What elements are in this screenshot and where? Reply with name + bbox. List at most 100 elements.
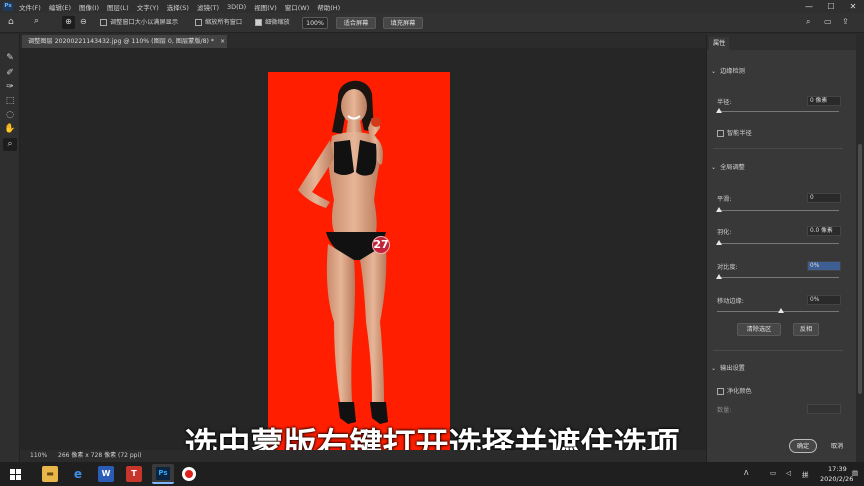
smooth-input[interactable]: 0 — [807, 193, 841, 203]
radius-slider[interactable] — [717, 111, 839, 112]
hand-tool-icon[interactable]: ✋ — [3, 123, 17, 136]
panel-scrollbar[interactable] — [856, 34, 864, 462]
status-bar: 110% 266 像素 x 728 像素 (72 ppi) — [20, 450, 706, 462]
zoom-tool-icon[interactable]: ⌕ — [34, 15, 39, 27]
tools-panel: ✎ ✐ ✑ ⬚ ◌ ✋ ⌕ — [0, 34, 20, 462]
contrast-label: 对比度: — [717, 264, 738, 271]
edge-browser-icon[interactable]: e — [70, 466, 86, 482]
status-dimensions: 266 像素 x 728 像素 (72 ppi) — [58, 452, 142, 459]
menu-3d[interactable]: 3D(D) — [227, 3, 246, 11]
global-refinement-section[interactable]: ⌄ 全局调整 — [711, 162, 745, 171]
file-explorer-icon[interactable]: ▬ — [42, 466, 58, 482]
menu-help[interactable]: 帮助(H) — [317, 2, 340, 12]
volume-icon[interactable]: ◁ — [786, 469, 791, 477]
zoom-tool-icon[interactable]: ⌕ — [3, 138, 17, 151]
windows-taskbar: ▬ e W T Ps ᐱ ▭ ◁ 拼 17:39 2020/2/26 ▤ — [0, 462, 864, 486]
network-icon[interactable]: ▭ — [770, 469, 776, 477]
refine-brush-tool-icon[interactable]: ✐ — [3, 67, 17, 80]
feather-input[interactable]: 0.0 像素 — [807, 226, 841, 236]
lasso-tool-icon[interactable]: ◌ — [3, 109, 17, 122]
fit-screen-button[interactable]: 适合屏幕 — [336, 17, 376, 29]
model-figure — [298, 80, 388, 424]
contrast-slider[interactable] — [717, 277, 839, 278]
zoom-all-checkbox[interactable] — [195, 18, 202, 26]
menu-layer[interactable]: 图层(L) — [107, 2, 129, 12]
smooth-label: 平滑: — [717, 196, 732, 203]
ok-button[interactable]: 确定 — [789, 439, 817, 453]
document-tab-close-icon[interactable]: × — [220, 38, 225, 45]
contrast-slider-knob[interactable] — [716, 274, 722, 279]
record-icon[interactable] — [182, 467, 196, 481]
menu-bar: Ps 文件(F) 编辑(E) 图像(I) 图层(L) 文字(Y) 选择(S) 滤… — [0, 0, 864, 13]
radius-input[interactable]: 0 像素 — [807, 96, 841, 106]
menu-type[interactable]: 文字(Y) — [137, 2, 159, 12]
menu-file[interactable]: 文件(F) — [19, 2, 41, 12]
scrubby-zoom-checkbox[interactable] — [255, 18, 262, 26]
output-settings-section[interactable]: ⌄ 输出设置 — [711, 363, 745, 372]
divider — [713, 148, 843, 149]
resize-windows-option[interactable]: 调整窗口大小以满屏显示 — [100, 17, 178, 29]
home-icon[interactable]: ⌂ — [8, 16, 14, 28]
properties-panel: 属性 ⌄ 边缘检测 半径: 0 像素 智能半径 ⌄ 全局调整 平滑: 0 羽化:… — [706, 34, 857, 462]
minimize-button[interactable]: — — [798, 0, 820, 13]
menu-image[interactable]: 图像(I) — [79, 2, 99, 12]
brush-tool-icon[interactable]: ✎ — [3, 52, 17, 65]
notifications-icon[interactable]: ▤ — [852, 469, 858, 477]
decontaminate-checkbox[interactable] — [717, 387, 724, 395]
shift-edge-slider-knob[interactable] — [778, 308, 784, 313]
ime-indicator[interactable]: 拼 — [802, 469, 809, 479]
shift-edge-input[interactable]: 0% — [807, 295, 841, 305]
smart-radius-option[interactable]: 智能半径 — [717, 128, 752, 137]
workspace-icon[interactable]: ▭ — [824, 16, 832, 28]
amount-input[interactable] — [807, 404, 841, 414]
scrollbar-thumb[interactable] — [858, 144, 862, 394]
zoom-all-label: 缩放所有窗口 — [205, 19, 243, 26]
clock-time[interactable]: 17:39 — [828, 465, 847, 473]
zoom-out-icon[interactable]: ⊖ — [80, 16, 87, 28]
feather-slider[interactable] — [717, 243, 839, 244]
clear-selection-button[interactable]: 清除选区 — [737, 323, 781, 336]
close-window-button[interactable]: ✕ — [842, 0, 864, 13]
quick-select-tool-icon[interactable]: ✑ — [3, 81, 17, 94]
tray-expand-icon[interactable]: ᐱ — [744, 469, 748, 477]
document-tab[interactable]: 调整图层 20200221143432.jpg @ 110% (图层 0, 图层… — [22, 35, 227, 48]
smart-radius-checkbox[interactable] — [717, 129, 724, 137]
feather-label: 羽化: — [717, 229, 732, 236]
menu-window[interactable]: 窗口(W) — [285, 2, 310, 12]
search-icon[interactable]: ⌕ — [806, 16, 810, 28]
photoshop-taskbar-icon[interactable]: Ps — [152, 464, 174, 484]
scrubby-zoom-label: 细微缩放 — [265, 19, 290, 26]
menu-select[interactable]: 选择(S) — [167, 2, 189, 12]
contrast-input[interactable]: 0% — [807, 261, 841, 271]
smooth-slider[interactable] — [717, 210, 839, 211]
status-zoom[interactable]: 110% — [30, 450, 47, 462]
edge-detection-section[interactable]: ⌄ 边缘检测 — [711, 66, 745, 75]
feather-slider-knob[interactable] — [716, 240, 722, 245]
zoom-value-field[interactable]: 100% — [302, 17, 328, 29]
decontaminate-label: 净化颜色 — [727, 388, 752, 395]
fill-screen-button[interactable]: 填充屏幕 — [383, 17, 423, 29]
zoom-all-option[interactable]: 缩放所有窗口 — [195, 17, 242, 29]
shift-edge-label: 移动边缘: — [717, 298, 744, 305]
word-icon[interactable]: W — [98, 466, 114, 482]
clock-date[interactable]: 2020/2/26 — [820, 475, 853, 483]
smooth-slider-knob[interactable] — [716, 207, 722, 212]
smart-radius-label: 智能半径 — [727, 130, 752, 137]
tab-properties[interactable]: 属性 — [709, 37, 730, 50]
windows-start-icon[interactable] — [10, 469, 21, 480]
share-icon[interactable]: ⇪ — [842, 16, 849, 28]
divider — [713, 350, 843, 351]
menu-view[interactable]: 视图(V) — [254, 2, 277, 12]
invert-button[interactable]: 反相 — [793, 323, 819, 336]
object-select-tool-icon[interactable]: ⬚ — [3, 95, 17, 108]
app-icon[interactable]: T — [126, 466, 142, 482]
menu-edit[interactable]: 编辑(E) — [49, 2, 71, 12]
menu-filter[interactable]: 滤镜(T) — [197, 2, 219, 12]
scrubby-zoom-option[interactable]: 细微缩放 — [255, 17, 290, 29]
zoom-in-icon[interactable]: ⊕ — [62, 16, 75, 29]
decontaminate-option[interactable]: 净化颜色 — [717, 386, 752, 395]
radius-slider-knob[interactable] — [716, 108, 722, 113]
maximize-button[interactable]: ☐ — [820, 0, 842, 13]
resize-windows-checkbox[interactable] — [100, 18, 107, 26]
cancel-button[interactable]: 取消 — [823, 439, 851, 453]
